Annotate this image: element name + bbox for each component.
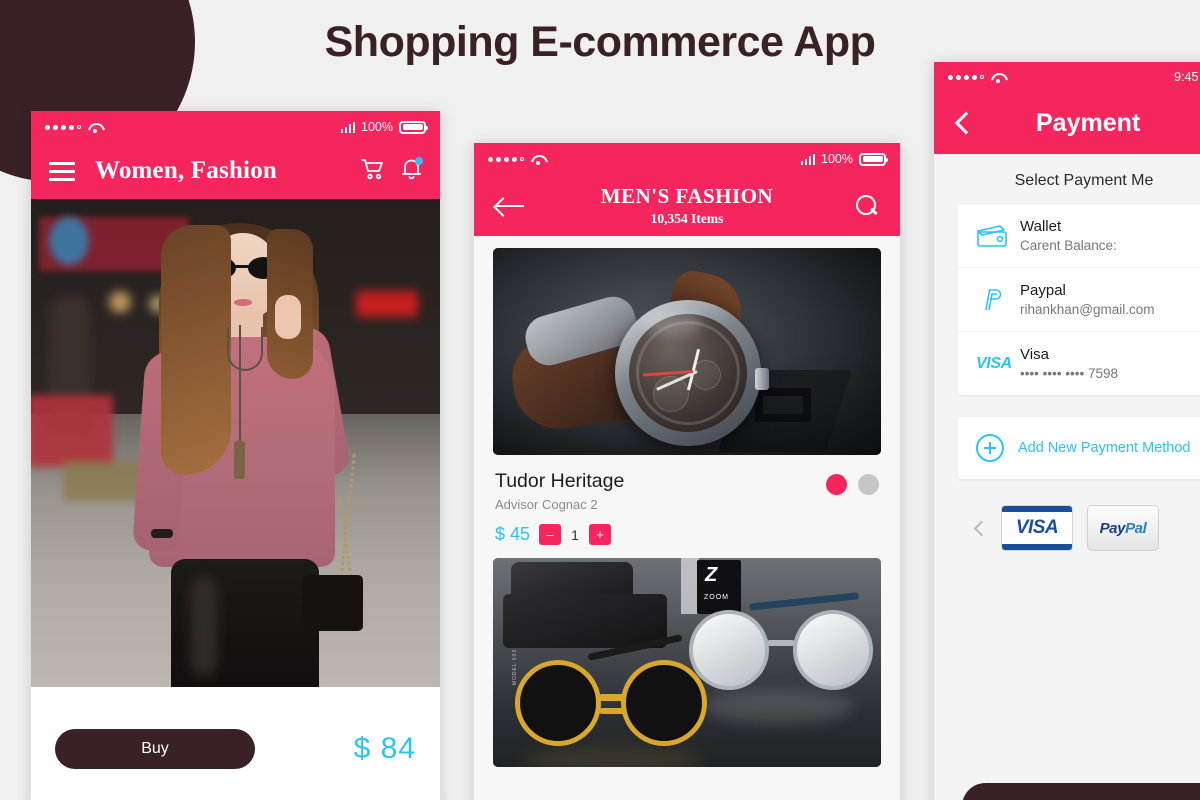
paypal-logo-text-a: Pay bbox=[1099, 519, 1126, 537]
quantity-decrease-button[interactable]: – bbox=[539, 524, 562, 545]
wifi-icon bbox=[530, 154, 545, 165]
search-icon[interactable] bbox=[856, 194, 878, 217]
payment-method-visa[interactable]: VISA Visa •••• •••• •••• 7598 bbox=[958, 332, 1200, 395]
visa-card-logo[interactable]: VISA bbox=[1001, 505, 1073, 551]
product-hero-image[interactable] bbox=[31, 199, 440, 687]
color-swatch-gray[interactable] bbox=[858, 474, 879, 495]
product-price: $ 45 bbox=[495, 524, 531, 544]
arrow-left-icon[interactable] bbox=[496, 197, 526, 215]
signal-dots-icon bbox=[488, 156, 524, 162]
visa-icon: VISA bbox=[976, 354, 1012, 372]
product-image-sunglasses[interactable]: Z ZOOM MODEL 603 bbox=[493, 558, 881, 767]
chevron-left-small-icon[interactable] bbox=[973, 520, 990, 536]
section-heading: Select Payment Me bbox=[1014, 172, 1154, 189]
payment-method-title: Paypal bbox=[1020, 282, 1066, 299]
app-bar-phone2: MEN'S FASHION 10,354 Items bbox=[474, 175, 900, 236]
product-image-watch[interactable] bbox=[493, 248, 881, 455]
paypal-logo-text-b: Pal bbox=[1125, 519, 1147, 537]
paypal-icon bbox=[976, 285, 1020, 315]
wifi-icon bbox=[87, 122, 102, 133]
status-right: 9:45 AM bbox=[1174, 70, 1200, 84]
status-left bbox=[948, 72, 1005, 83]
add-payment-method-button[interactable]: Add New Payment Method bbox=[958, 417, 1200, 479]
product-footer: Buy $ 84 bbox=[31, 687, 440, 800]
screenshot-root: Shopping E-commerce App 100% Women, Fash… bbox=[0, 0, 1200, 800]
payment-method-text: Paypal rihankhan@gmail.com bbox=[1020, 282, 1155, 317]
payment-method-subtitle: rihankhan@gmail.com bbox=[1020, 302, 1155, 317]
signal-dots-icon bbox=[45, 124, 81, 130]
status-time-label: 9:45 AM bbox=[1174, 70, 1200, 84]
status-bar-phone2: 100% bbox=[474, 143, 900, 175]
payment-method-text: Visa •••• •••• •••• 7598 bbox=[1020, 346, 1118, 381]
battery-icon bbox=[859, 152, 888, 166]
chevron-left-icon[interactable] bbox=[954, 111, 978, 135]
add-payment-method-label: Add New Payment Method bbox=[1018, 440, 1191, 456]
status-bar-phone3: 9:45 AM bbox=[934, 62, 1200, 92]
card-logo-carousel: VISA PayPal bbox=[934, 479, 1200, 551]
fashion-photo bbox=[31, 199, 440, 687]
payment-body: Select Payment Me Wallet Carent Balance: bbox=[934, 154, 1200, 800]
shopping-cart-icon[interactable] bbox=[361, 158, 385, 185]
signal-dots-icon bbox=[948, 74, 984, 80]
status-right: 100% bbox=[800, 152, 888, 166]
item-count-label: 10,354 Items bbox=[650, 211, 724, 226]
watch-photo bbox=[493, 248, 881, 455]
product-name: Tudor Heritage bbox=[495, 470, 625, 492]
page-title-payment: Payment bbox=[1036, 108, 1141, 137]
app-bar-phone1: Women, Fashion bbox=[31, 143, 440, 199]
notification-bell-icon[interactable] bbox=[401, 156, 423, 185]
app-bar-actions bbox=[361, 156, 423, 185]
product-details-row: Tudor Heritage Advisor Cognac 2 $ 45 – 1… bbox=[493, 455, 881, 558]
page-title: Shopping E-commerce App bbox=[324, 18, 876, 66]
product-info: Tudor Heritage Advisor Cognac 2 $ 45 – 1… bbox=[495, 470, 624, 545]
payment-methods-card: Wallet Carent Balance: Paypal rihankhan@… bbox=[958, 204, 1200, 395]
payment-method-subtitle: •••• •••• •••• 7598 bbox=[1020, 366, 1119, 381]
page-title-women-fashion: Women, Fashion bbox=[95, 157, 277, 184]
save-payment-method-button[interactable]: Save Payment M bbox=[962, 783, 1200, 800]
price-quantity-row: $ 45 – 1 + bbox=[495, 524, 624, 545]
app-bar-titles: MEN'S FASHION 10,354 Items bbox=[474, 184, 900, 227]
cellular-signal-icon bbox=[800, 153, 816, 165]
product-subtitle: Advisor Cognac 2 bbox=[495, 497, 598, 512]
payment-method-subtitle: Carent Balance: bbox=[1020, 238, 1117, 253]
payment-method-paypal[interactable]: Paypal rihankhan@gmail.com bbox=[958, 268, 1200, 332]
cellular-signal-icon bbox=[340, 121, 356, 133]
hamburger-menu-icon[interactable] bbox=[49, 161, 75, 181]
status-left bbox=[45, 122, 102, 133]
battery-percent-label: 100% bbox=[821, 152, 853, 166]
color-swatches bbox=[826, 470, 879, 545]
status-right: 100% bbox=[340, 120, 428, 134]
visa-logo-text: VISA bbox=[1015, 517, 1059, 538]
buy-button[interactable]: Buy bbox=[55, 729, 255, 769]
app-bar-phone3: Payment bbox=[934, 92, 1200, 154]
product-price: $ 84 bbox=[353, 732, 416, 765]
page-title-mens-fashion: MEN'S FASHION bbox=[600, 184, 774, 208]
phone-mockup-mens-fashion: 100% MEN'S FASHION 10,354 Items Tudor He… bbox=[474, 143, 900, 800]
phone-mockup-payment: 9:45 AM Payment Select Payment Me bbox=[934, 62, 1200, 800]
sunglasses-photo: Z ZOOM MODEL 603 bbox=[493, 558, 881, 767]
color-swatch-pink[interactable] bbox=[826, 474, 847, 495]
status-bar-phone1: 100% bbox=[31, 111, 440, 143]
status-left bbox=[488, 154, 545, 165]
notification-badge-dot bbox=[415, 156, 423, 165]
quantity-value: 1 bbox=[571, 526, 579, 543]
battery-percent-label: 100% bbox=[361, 120, 393, 134]
paypal-card-logo[interactable]: PayPal bbox=[1087, 505, 1159, 551]
quantity-increase-button[interactable]: + bbox=[589, 524, 612, 545]
plus-circle-icon bbox=[976, 434, 1004, 462]
payment-method-title: Visa bbox=[1020, 346, 1049, 363]
payment-method-wallet[interactable]: Wallet Carent Balance: bbox=[958, 204, 1200, 268]
wallet-icon bbox=[976, 223, 1020, 249]
payment-method-text: Wallet Carent Balance: bbox=[1020, 218, 1117, 253]
phone-mockup-women-fashion: 100% Women, Fashion Buy $ 84 bbox=[31, 111, 440, 800]
payment-method-title: Wallet bbox=[1020, 218, 1062, 235]
paypal-logo-text: PayPal bbox=[1100, 520, 1147, 537]
wifi-icon bbox=[990, 72, 1005, 83]
battery-icon bbox=[399, 120, 428, 134]
product-list: Tudor Heritage Advisor Cognac 2 $ 45 – 1… bbox=[474, 236, 900, 800]
